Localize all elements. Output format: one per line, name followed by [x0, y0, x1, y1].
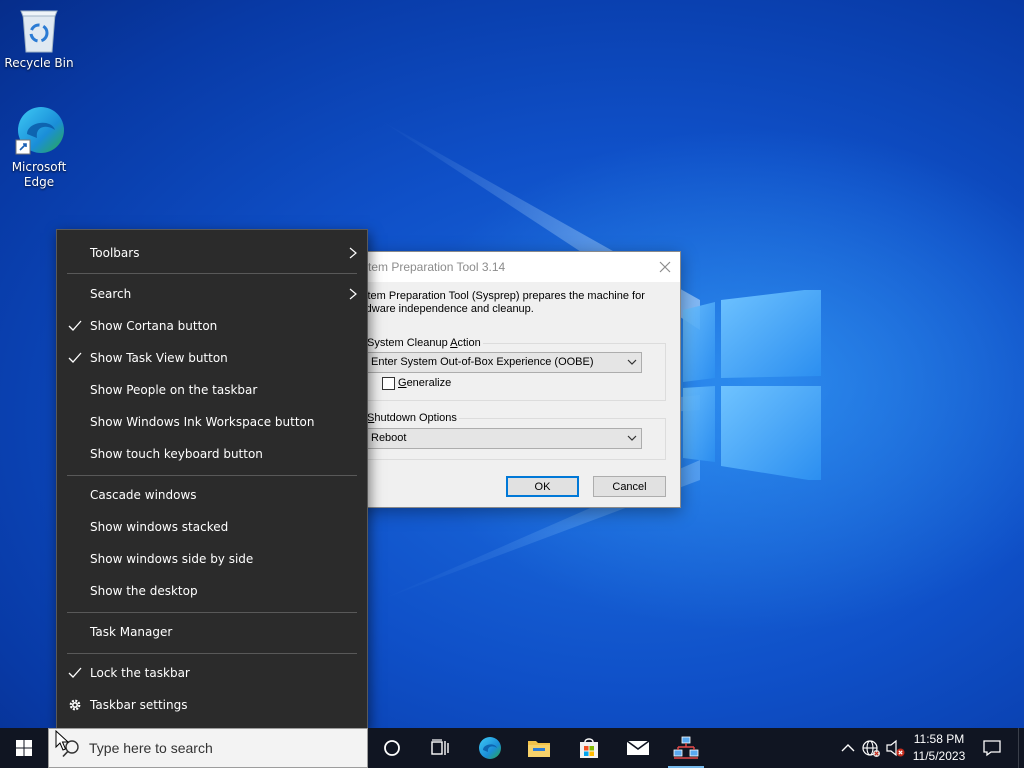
desktop-icon-label: Recycle Bin [4, 56, 74, 70]
ok-button[interactable]: OK [506, 476, 579, 497]
file-explorer-button[interactable] [515, 728, 563, 768]
desktop-icon-label: Microsoft Edge [11, 160, 67, 189]
menu-item-label: Task Manager [90, 625, 173, 639]
chevron-down-icon [627, 359, 637, 365]
cleanup-action-value: Enter System Out-of-Box Experience (OOBE… [371, 356, 594, 368]
menu-item-label: Toolbars [90, 246, 140, 260]
windows-start-icon [16, 740, 32, 756]
menu-item-search[interactable]: Search [57, 279, 367, 309]
shutdown-group-label: Shutdown Options [367, 412, 459, 424]
generalize-label[interactable]: Generalize [398, 377, 451, 389]
desktop-icon-recycle-bin[interactable]: Recycle Bin [1, 8, 77, 71]
start-button[interactable] [0, 728, 48, 768]
clock-time: 11:58 PM [913, 732, 965, 746]
generalize-checkbox[interactable] [382, 377, 395, 390]
menu-item-show-the-desktop[interactable]: Show the desktop [57, 576, 367, 606]
globe-network-icon[interactable] [861, 738, 881, 758]
menu-item-label: Show touch keyboard button [90, 447, 263, 461]
cortana-button[interactable] [368, 728, 416, 768]
mouse-cursor-icon [55, 730, 69, 751]
clock-date: 11/5/2023 [912, 749, 966, 763]
menu-item-taskbar-settings[interactable]: Taskbar settings [57, 690, 367, 720]
menu-item-label: Show windows side by side [90, 552, 254, 566]
taskbar: Type here to search 11:58 PM 11/5/2023 [0, 728, 1024, 768]
dialog-title: stem Preparation Tool 3.14 [362, 260, 506, 274]
checkmark-icon [68, 667, 82, 678]
menu-item-show-people[interactable]: Show People on the taskbar [57, 375, 367, 405]
menu-separator [67, 653, 357, 654]
menu-item-label: Show People on the taskbar [90, 383, 258, 397]
store-icon [580, 738, 598, 758]
shutdown-options-value: Reboot [371, 432, 407, 444]
taskbar-search-box[interactable]: Type here to search [48, 728, 368, 768]
edge-icon [479, 737, 501, 759]
cancel-button[interactable]: Cancel [593, 476, 666, 497]
menu-item-show-ink-workspace[interactable]: Show Windows Ink Workspace button [57, 407, 367, 437]
menu-item-cascade-windows[interactable]: Cascade windows [57, 480, 367, 510]
menu-separator [67, 475, 357, 476]
chevron-right-icon [349, 247, 357, 259]
menu-item-label: Search [90, 287, 132, 301]
menu-item-label: Show Cortana button [90, 319, 218, 333]
checkmark-icon [68, 320, 82, 331]
menu-item-label: Taskbar settings [90, 698, 188, 712]
mail-icon [626, 740, 650, 755]
sysprep-dialog: stem Preparation Tool 3.14 stem Preparat… [357, 251, 681, 508]
taskbar-context-menu: Toolbars Search Show Cortana button Show… [56, 229, 368, 730]
menu-item-show-touch-keyboard[interactable]: Show touch keyboard button [57, 439, 367, 469]
action-center-button[interactable] [978, 728, 1006, 768]
menu-item-label: Lock the taskbar [90, 666, 190, 680]
windows-logo-wallpaper [683, 290, 821, 480]
menu-item-show-windows-side-by-side[interactable]: Show windows side by side [57, 544, 367, 574]
file-explorer-icon [528, 741, 550, 757]
menu-item-label: Show windows stacked [90, 520, 229, 534]
cortana-icon [384, 740, 400, 756]
chevron-up-icon[interactable] [838, 738, 858, 758]
mail-button[interactable] [614, 728, 662, 768]
menu-item-label: Show the desktop [90, 584, 198, 598]
menu-item-toolbars[interactable]: Toolbars [57, 238, 367, 268]
task-view-button[interactable] [416, 728, 464, 768]
shutdown-options-select[interactable]: Reboot [366, 428, 642, 449]
menu-item-show-task-view-button[interactable]: Show Task View button [57, 343, 367, 373]
dialog-titlebar[interactable]: stem Preparation Tool 3.14 [358, 252, 680, 282]
taskbar-clock[interactable]: 11:58 PM 11/5/2023 [905, 731, 973, 765]
show-desktop-button[interactable] [1018, 728, 1024, 768]
menu-item-label: Show Windows Ink Workspace button [90, 415, 315, 429]
cleanup-action-select[interactable]: Enter System Out-of-Box Experience (OOBE… [366, 352, 642, 373]
task-view-icon [431, 739, 449, 755]
chevron-down-icon [627, 435, 637, 441]
checkmark-icon [68, 352, 82, 363]
menu-item-lock-the-taskbar[interactable]: Lock the taskbar [57, 658, 367, 688]
dialog-description: stem Preparation Tool (Sysprep) prepares… [362, 290, 645, 315]
menu-item-show-cortana-button[interactable]: Show Cortana button [57, 311, 367, 341]
menu-item-label: Show Task View button [90, 351, 228, 365]
menu-item-show-windows-stacked[interactable]: Show windows stacked [57, 512, 367, 542]
chevron-right-icon [349, 288, 357, 300]
search-placeholder: Type here to search [89, 740, 213, 756]
edge-icon [15, 107, 64, 155]
volume-muted-icon[interactable] [885, 738, 905, 758]
menu-separator [67, 612, 357, 613]
recycle-bin-icon [20, 10, 58, 53]
network-app-button[interactable] [662, 728, 710, 768]
gear-icon [69, 699, 81, 711]
close-icon[interactable] [656, 258, 674, 276]
menu-item-task-manager[interactable]: Task Manager [57, 617, 367, 647]
cleanup-group-label: System Cleanup Action [367, 337, 483, 349]
store-button[interactable] [565, 728, 613, 768]
menu-item-label: Cascade windows [90, 488, 197, 502]
notification-icon [983, 740, 1001, 757]
desktop-icon-edge[interactable]: Microsoft Edge [1, 104, 77, 190]
network-app-icon [673, 736, 699, 759]
menu-separator [67, 273, 357, 274]
taskbar-edge-button[interactable] [466, 728, 514, 768]
